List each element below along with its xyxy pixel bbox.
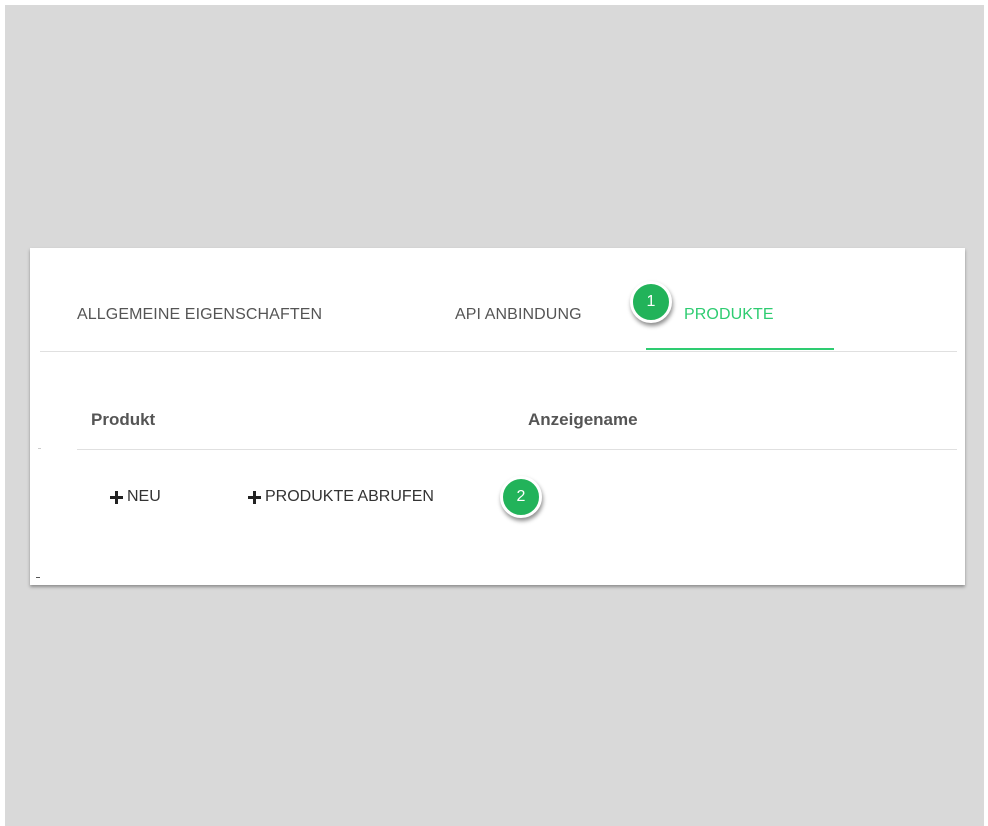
settings-card (30, 248, 965, 585)
active-tab-indicator (646, 348, 834, 350)
side-tick-mark (38, 448, 41, 449)
tabs-divider (40, 351, 957, 352)
callout-badge-2: 2 (500, 476, 542, 518)
fetch-products-label: PRODUKTE ABRUFEN (265, 488, 434, 505)
plus-icon (248, 490, 261, 504)
new-product-label: NEU (127, 488, 161, 505)
tab-allgemeine-eigenschaften[interactable]: ALLGEMEINE EIGENSCHAFTEN (77, 306, 322, 324)
tab-produkte[interactable]: PRODUKTE (684, 306, 774, 324)
new-product-button[interactable]: NEU (110, 488, 161, 506)
column-header-produkt[interactable]: Produkt (91, 410, 155, 430)
plus-icon (110, 490, 123, 504)
column-header-anzeigename[interactable]: Anzeigename (528, 410, 638, 430)
tab-api-anbindung[interactable]: API ANBINDUNG (455, 306, 582, 324)
side-dash-mark (36, 577, 40, 578)
fetch-products-button[interactable]: PRODUKTE ABRUFEN (248, 488, 434, 506)
table-header-divider (77, 449, 957, 450)
callout-badge-1: 1 (630, 281, 672, 323)
